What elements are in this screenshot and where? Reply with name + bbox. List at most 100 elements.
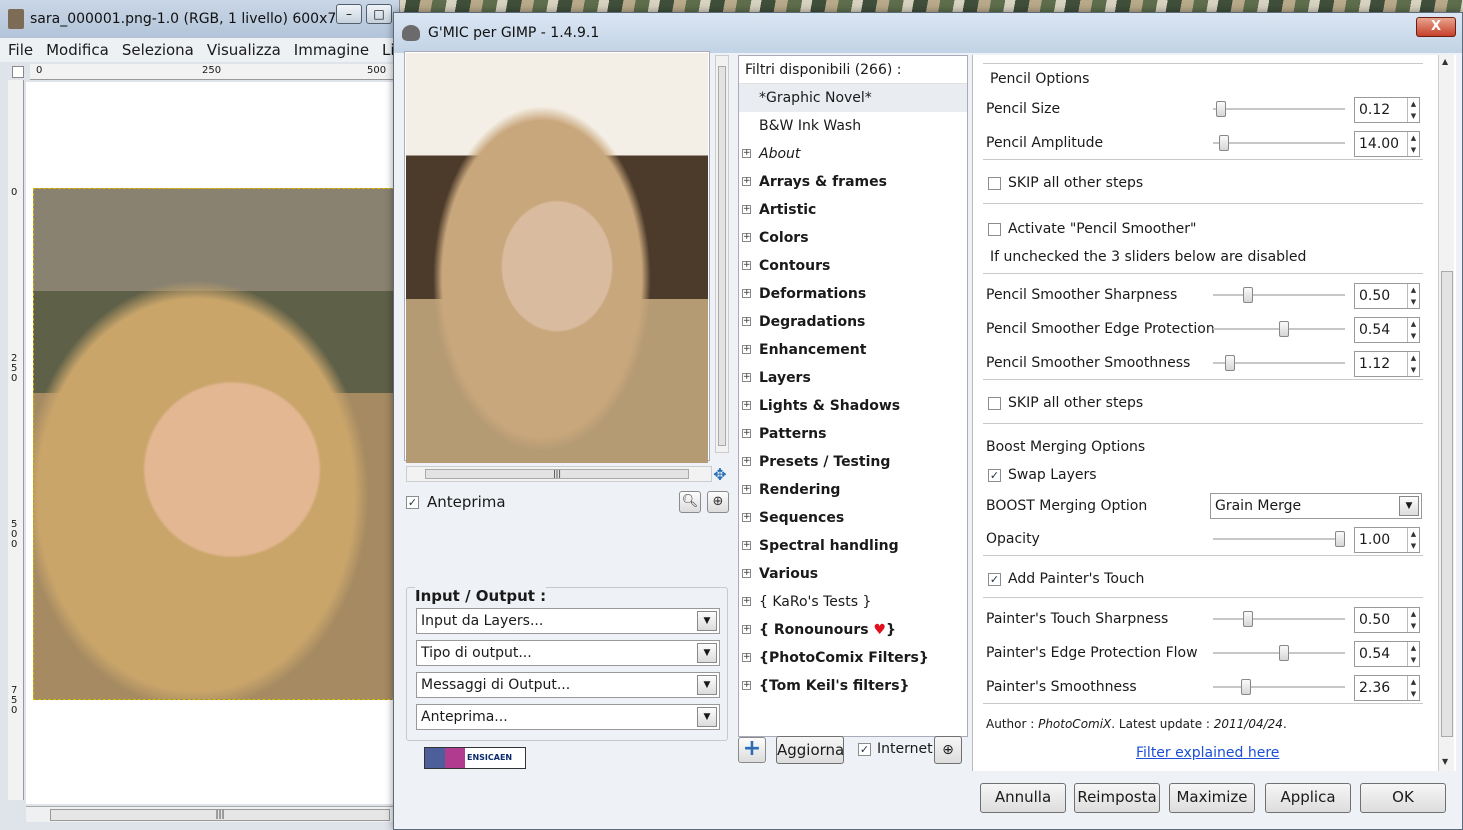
painter-sharpness-slider[interactable]: [1213, 611, 1345, 627]
apply-button[interactable]: Applica: [1265, 783, 1351, 813]
skip-steps-checkbox[interactable]: SKIP all other steps: [988, 175, 1143, 191]
expand-icon[interactable]: +: [742, 653, 751, 662]
filter-folder[interactable]: + Artistic: [739, 196, 967, 224]
refresh-button[interactable]: Aggiorna: [776, 736, 844, 764]
close-button[interactable]: X: [1416, 17, 1456, 37]
smoother-smoothness-spinbox[interactable]: 1.12 ▲ ▼: [1354, 351, 1420, 377]
scrollbar-thumb[interactable]: [718, 66, 726, 446]
filter-folder[interactable]: + Deformations: [739, 280, 967, 308]
cancel-button[interactable]: Annulla: [980, 783, 1066, 813]
scroll-down-icon[interactable]: ▼: [1442, 757, 1448, 766]
expand-icon[interactable]: +: [742, 205, 751, 214]
checkbox-checked-icon[interactable]: ✓: [988, 468, 1001, 482]
checkbox-unchecked-icon[interactable]: [988, 176, 1001, 190]
input-layers-select[interactable]: Input da Layers... ▼: [416, 608, 720, 634]
smoother-smoothness-slider[interactable]: [1213, 355, 1345, 371]
minimize-button[interactable]: –: [336, 4, 362, 24]
expand-icon[interactable]: +: [742, 233, 751, 242]
checkbox-checked-icon[interactable]: ✓: [858, 742, 871, 756]
maximize-dialog-button[interactable]: Maximize: [1169, 783, 1255, 813]
expand-icon[interactable]: +: [742, 289, 751, 298]
expand-icon[interactable]: +: [742, 429, 751, 438]
menu-immagine[interactable]: Immagine: [294, 41, 369, 59]
zoom-out-button[interactable]: 🔍︎: [679, 491, 701, 513]
filter-folder[interactable]: + { Ronounours ♥}: [739, 616, 967, 644]
checkbox-checked-icon[interactable]: ✓: [988, 572, 1001, 586]
pencil-size-spinbox[interactable]: 0.12 ▲ ▼: [1354, 97, 1420, 123]
spin-arrows-icon[interactable]: ▲ ▼: [1407, 132, 1419, 156]
expand-icon[interactable]: +: [742, 261, 751, 270]
expand-icon[interactable]: +: [742, 681, 751, 690]
swap-layers-checkbox[interactable]: ✓ Swap Layers: [988, 467, 1097, 483]
smoother-sharpness-spinbox[interactable]: 0.50 ▲ ▼: [1354, 283, 1420, 309]
preview-horizontal-scrollbar[interactable]: |||: [406, 466, 712, 482]
spin-arrows-icon[interactable]: ▲ ▼: [1407, 642, 1419, 666]
filter-folder[interactable]: + Degradations: [739, 308, 967, 336]
expand-icon[interactable]: +: [742, 597, 751, 606]
filter-folder[interactable]: + {PhotoComix Filters}: [739, 644, 967, 672]
spin-arrows-icon[interactable]: ▲ ▼: [1407, 608, 1419, 632]
filter-folder[interactable]: + Various: [739, 560, 967, 588]
expand-icon[interactable]: +: [742, 373, 751, 382]
smoother-edge-slider[interactable]: [1213, 321, 1345, 337]
filter-folder[interactable]: + Colors: [739, 224, 967, 252]
internet-checkbox[interactable]: ✓ Internet: [858, 741, 933, 757]
filter-tree[interactable]: Filtri disponibili (266) : *Graphic Nove…: [738, 55, 968, 737]
opacity-spinbox[interactable]: 1.00 ▲ ▼: [1354, 527, 1420, 553]
preview-image[interactable]: [406, 53, 708, 463]
chevron-down-icon[interactable]: ▼: [697, 675, 717, 695]
ruler-corner[interactable]: [12, 66, 24, 78]
chevron-down-icon[interactable]: ▼: [697, 707, 717, 727]
painter-smoothness-spinbox[interactable]: 2.36 ▲ ▼: [1354, 675, 1420, 701]
menu-visualizza[interactable]: Visualizza: [207, 41, 281, 59]
filter-folder[interactable]: + Contours: [739, 252, 967, 280]
checkbox-checked-icon[interactable]: ✓: [406, 495, 419, 509]
slider-handle[interactable]: [1279, 321, 1289, 337]
filter-folder[interactable]: + Arrays & frames: [739, 168, 967, 196]
filter-folder[interactable]: + Presets / Testing: [739, 448, 967, 476]
canvas-photo[interactable]: [33, 188, 395, 700]
skip-steps-checkbox-2[interactable]: SKIP all other steps: [988, 395, 1143, 411]
filter-folder[interactable]: + Sequences: [739, 504, 967, 532]
painter-edge-slider[interactable]: [1213, 645, 1345, 661]
filter-folder[interactable]: + Rendering: [739, 476, 967, 504]
scrollbar-thumb[interactable]: |||: [50, 809, 390, 821]
expand-icon[interactable]: +: [742, 541, 751, 550]
spin-arrows-icon[interactable]: ▲ ▼: [1407, 284, 1419, 308]
preview-vertical-scrollbar[interactable]: [715, 55, 729, 453]
zoom-in-button[interactable]: ⊕: [707, 491, 729, 513]
spin-arrows-icon[interactable]: ▲ ▼: [1407, 676, 1419, 700]
menu-file[interactable]: File: [8, 41, 33, 59]
chevron-down-icon[interactable]: ▼: [1399, 496, 1419, 516]
pencil-size-slider[interactable]: [1213, 101, 1345, 117]
expand-icon[interactable]: +: [742, 569, 751, 578]
opacity-slider[interactable]: [1213, 531, 1345, 547]
filter-folder[interactable]: + Layers: [739, 364, 967, 392]
slider-handle[interactable]: [1279, 645, 1289, 661]
filter-folder[interactable]: + { KaRo's Tests }: [739, 588, 967, 616]
expand-icon[interactable]: +: [742, 513, 751, 522]
vertical-ruler[interactable]: 0 250 500 750: [8, 80, 24, 800]
slider-handle[interactable]: [1216, 101, 1226, 117]
zoom-filters-button[interactable]: ⊕: [934, 736, 962, 764]
parameters-scrollbar[interactable]: ▲ ▼: [1438, 55, 1454, 771]
scrollbar-thumb[interactable]: [1441, 271, 1453, 737]
painter-edge-spinbox[interactable]: 0.54 ▲ ▼: [1354, 641, 1420, 667]
horizontal-ruler[interactable]: 0 250 500: [30, 64, 400, 80]
maximize-button[interactable]: □: [366, 4, 392, 24]
slider-handle[interactable]: [1225, 355, 1235, 371]
expand-icon[interactable]: +: [742, 149, 751, 158]
expand-icon[interactable]: +: [742, 401, 751, 410]
pencil-amplitude-spinbox[interactable]: 14.00 ▲ ▼: [1354, 131, 1420, 157]
slider-handle[interactable]: [1219, 135, 1229, 151]
filter-item[interactable]: *Graphic Novel*: [739, 84, 967, 112]
chevron-down-icon[interactable]: ▼: [697, 643, 717, 663]
output-type-select[interactable]: Tipo di output... ▼: [416, 640, 720, 666]
filter-folder[interactable]: + Lights & Shadows: [739, 392, 967, 420]
checkbox-unchecked-icon[interactable]: [988, 222, 1001, 236]
chevron-down-icon[interactable]: ▼: [697, 611, 717, 631]
spin-arrows-icon[interactable]: ▲ ▼: [1407, 98, 1419, 122]
filter-folder[interactable]: + Patterns: [739, 420, 967, 448]
add-painter-checkbox[interactable]: ✓ Add Painter's Touch: [988, 571, 1144, 587]
filter-explained-link[interactable]: Filter explained here: [1136, 745, 1279, 761]
